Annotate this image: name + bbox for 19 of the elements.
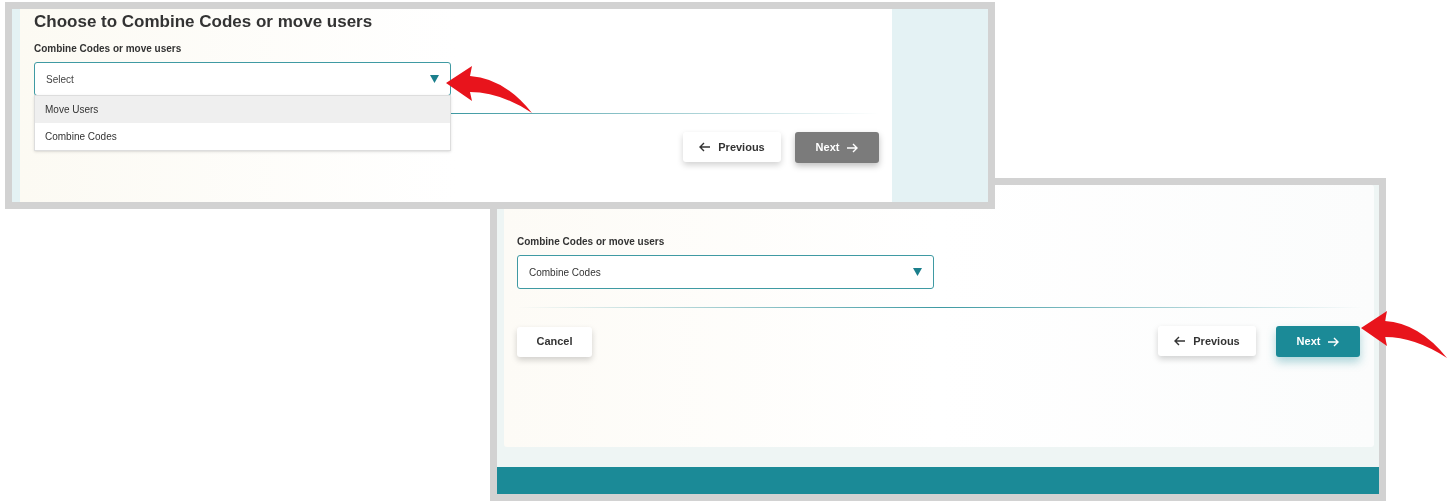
right-arrow-icon [1327, 336, 1340, 347]
dropdown-option[interactable]: Combine Codes [35, 123, 450, 150]
select-field[interactable]: Combine Codes [517, 255, 934, 289]
caret-icon [430, 75, 439, 83]
select-placeholder: Select [46, 72, 74, 87]
field-label: Combine Codes or move users [34, 42, 183, 56]
select-field[interactable]: Select [34, 62, 451, 96]
left-arrow-icon [699, 142, 712, 152]
previous-button[interactable]: Previous [1158, 326, 1256, 356]
select-value: Combine Codes [529, 265, 601, 280]
cancel-button[interactable]: Cancel [517, 326, 592, 357]
left-arrow-icon [1174, 336, 1187, 346]
dropdown-option[interactable]: Move Users [35, 96, 450, 123]
right-arrow-icon [846, 142, 859, 153]
previous-button[interactable]: Previous [683, 132, 781, 162]
page-heading: Choose to Combine Codes or move users [34, 11, 374, 33]
field-label: Combine Codes or move users [517, 235, 666, 249]
caret-icon [913, 268, 922, 276]
next-button[interactable]: Next [1276, 326, 1360, 357]
